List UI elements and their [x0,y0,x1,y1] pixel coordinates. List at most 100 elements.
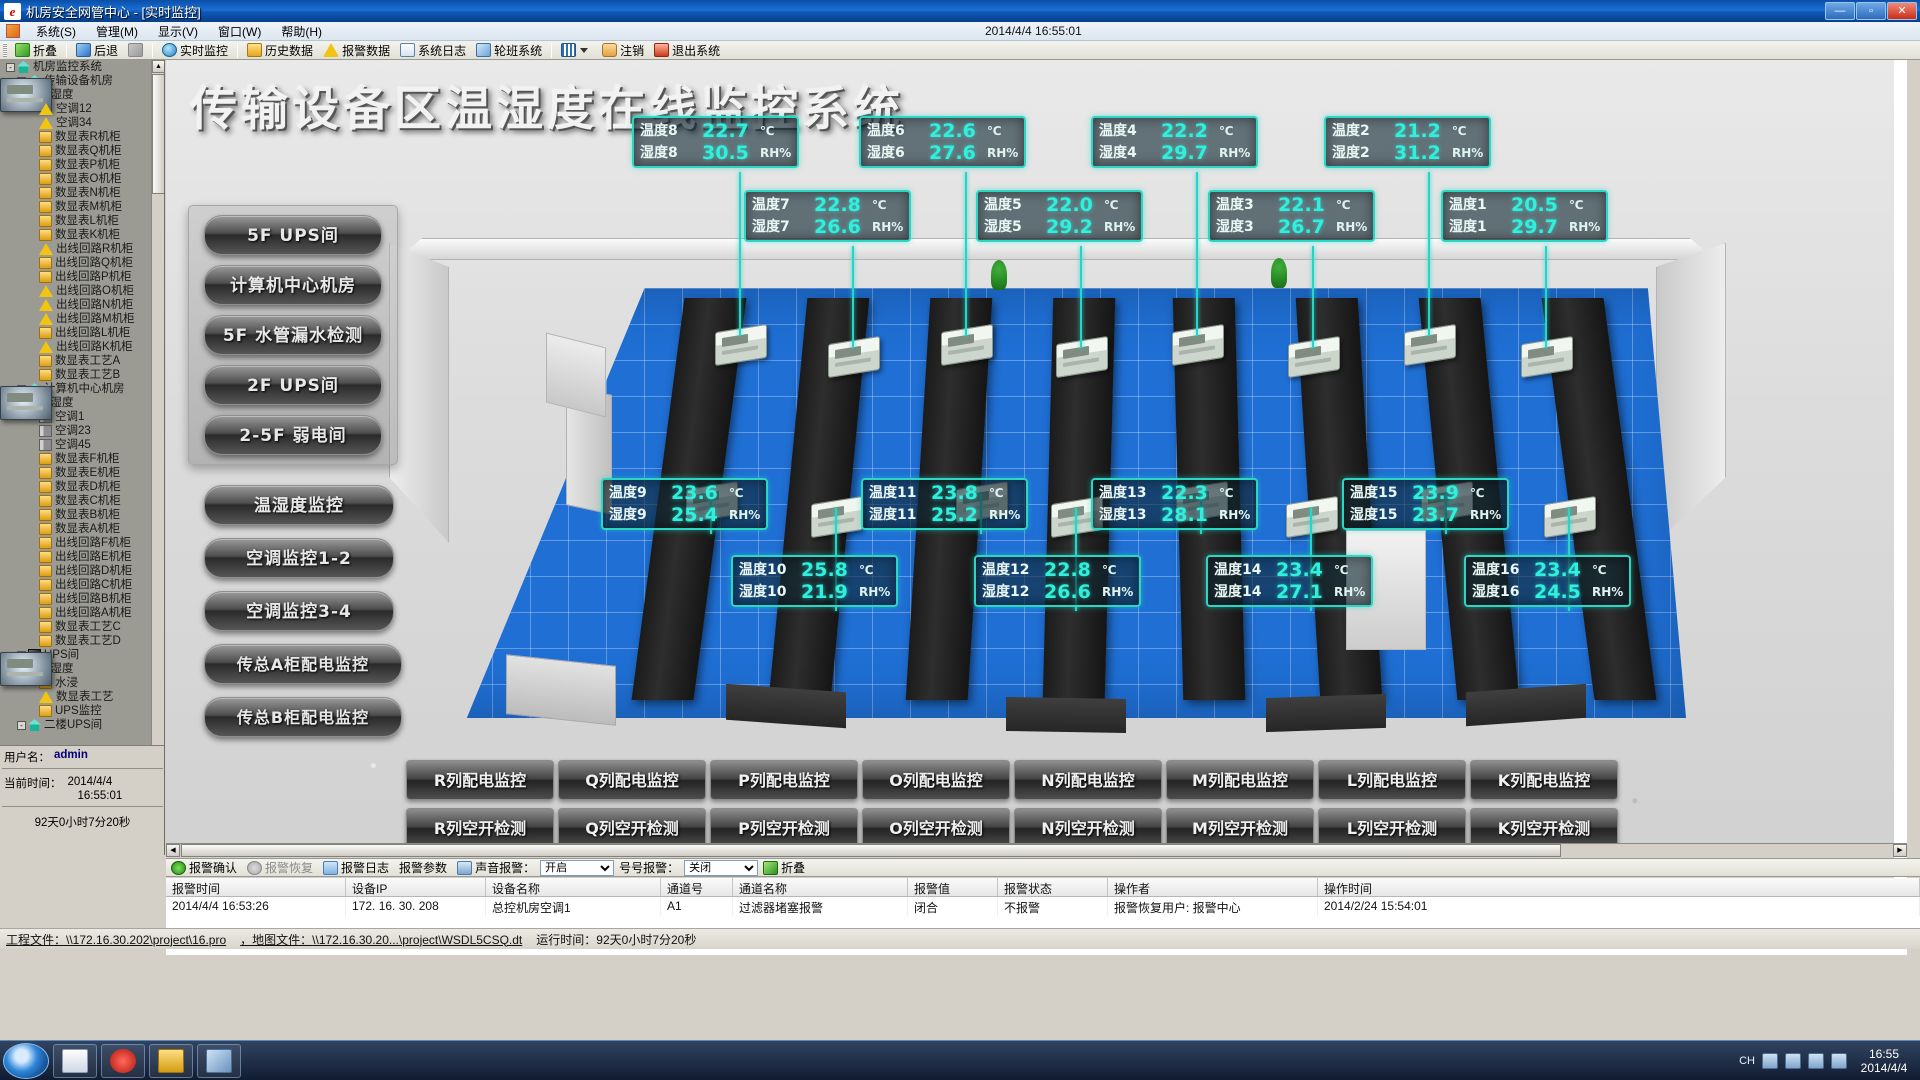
alarm-confirm-button[interactable]: 报警确认 [166,859,242,877]
close-button[interactable]: ✕ [1887,2,1917,20]
tree-item[interactable]: 数显表C机柜 [0,494,152,508]
alarm-column-header[interactable]: 设备IP [346,878,486,896]
tree-item[interactable]: 数显表M机柜 [0,200,152,214]
tree-item[interactable]: 数显表P机柜 [0,158,152,172]
alarm-column-header[interactable]: 操作时间 [1318,878,1920,896]
nav-button-ac-monitor-1-2[interactable]: 空调监控1-2 [204,538,394,578]
alarm-params-button[interactable]: 报警参数 [394,859,452,877]
breaker-detect-button[interactable]: Q列空开检测 [558,808,706,848]
windows-start-orb[interactable] [3,1042,49,1079]
alarm-column-header[interactable]: 通道号 [661,878,733,896]
taskbar-app-notepad[interactable] [53,1043,97,1078]
horn-alarm-select[interactable]: 开启关闭 [684,859,759,876]
tree-item[interactable]: 数显表R机柜 [0,130,152,144]
tree-item[interactable]: UPS监控 [0,704,152,718]
hscroll-left-arrow[interactable]: ◀ [166,844,180,857]
breaker-detect-button[interactable]: L列空开检测 [1318,808,1466,848]
toolbar-realtime-button[interactable]: 实时监控 [157,41,233,59]
power-monitor-button[interactable]: O列配电监控 [862,760,1010,800]
minimize-button[interactable]: — [1825,2,1855,20]
nav-button-temp-hum-monitor[interactable]: 温湿度监控 [204,485,394,525]
sensor-readout[interactable]: 温度9 23.6 ℃ 湿度9 25.4 RH% [601,478,769,530]
tree-item[interactable]: 空调45 [0,438,152,452]
breaker-detect-button[interactable]: M列空开检测 [1166,808,1314,848]
tree-item[interactable]: 出线回路M机柜 [0,312,152,326]
power-monitor-button[interactable]: L列配电监控 [1318,760,1466,800]
alarm-column-header[interactable]: 操作者 [1108,878,1318,896]
maximize-button[interactable]: ▫ [1856,2,1886,20]
nav-button-cabinet-b-power[interactable]: 传总B柜配电监控 [204,697,402,737]
tree-item[interactable]: 出线回路F机柜 [0,536,152,550]
menu-item-manage[interactable]: 管理(M) [86,21,148,42]
toolbar-logout-button[interactable]: 注销 [597,41,649,59]
power-monitor-button[interactable]: M列配电监控 [1166,760,1314,800]
tree-item[interactable]: 数显表K机柜 [0,228,152,242]
alarm-collapse-button[interactable]: 折叠 [758,859,810,877]
taskbar-clock[interactable]: 16:55 2014/4/4 [1854,1047,1914,1075]
taskbar-app-opera[interactable] [101,1043,145,1078]
tree-item[interactable]: 出线回路D机柜 [0,564,152,578]
sensor-readout[interactable]: 温度15 23.9 ℃ 湿度15 23.7 RH% [1342,478,1510,530]
chevron-down-icon[interactable] [580,47,589,53]
sensor-readout[interactable]: 温度5 22.0 ℃ 湿度5 29.2 RH% [976,190,1144,242]
tree-item[interactable]: 数显表L机柜 [0,214,152,228]
monitor-icon[interactable] [1831,1052,1847,1069]
nav-button-5f-ups[interactable]: 5F UPS间 [204,215,382,255]
breaker-detect-button[interactable]: N列空开检测 [1014,808,1162,848]
ime-indicator[interactable]: CH [1739,1055,1755,1067]
scroll-thumb[interactable] [152,74,164,194]
tree-item[interactable]: 数显表Q机柜 [0,144,152,158]
tree-item[interactable]: 数显表O机柜 [0,172,152,186]
alarm-log-button[interactable]: 报警日志 [318,859,394,877]
tree-item[interactable]: 出线回路Q机柜 [0,256,152,270]
taskbar-app-explorer[interactable] [149,1043,193,1078]
tree-item[interactable]: 温湿度 [0,652,152,686]
sensor-readout[interactable]: 温度14 23.4 ℃ 湿度14 27.1 RH% [1206,555,1374,607]
menu-item-window[interactable]: 窗口(W) [208,21,271,42]
tree-item[interactable]: - 机房监控系统 [0,60,152,74]
tree-item[interactable]: 出线回路N机柜 [0,298,152,312]
toolbar-syslog-button[interactable]: 系统日志 [395,41,471,59]
toolbar-collapse-button[interactable]: 折叠 [10,41,62,59]
network-icon[interactable] [1762,1052,1778,1069]
sensor-readout[interactable]: 温度10 25.8 ℃ 湿度10 21.9 RH% [731,555,899,607]
tree-item[interactable]: 数显表E机柜 [0,466,152,480]
power-monitor-button[interactable]: Q列配电监控 [558,760,706,800]
toolbar-back-button[interactable]: 后退 [71,41,123,59]
power-monitor-button[interactable]: R列配电监控 [406,760,554,800]
alarm-table[interactable]: 报警时间 设备IP 设备名称 通道号 通道名称 报警值 报警状态 操作者 操作时间 2014/4… [166,878,1920,928]
tree-expander[interactable]: - [6,62,15,72]
tree-item[interactable]: - 二楼UPS间 [0,718,152,732]
breaker-detect-button[interactable]: K列空开检测 [1470,808,1618,848]
sensor-readout[interactable]: 温度13 22.3 ℃ 湿度13 28.1 RH% [1091,478,1259,530]
alarm-table-row[interactable]: 2014/4/4 16:53:26 172. 16. 30. 208 总控机房空调1… [166,897,1920,916]
breaker-detect-button[interactable]: R列空开检测 [406,808,554,848]
tree-item[interactable]: 数显表工艺C [0,620,152,634]
nav-button-cabinet-a-power[interactable]: 传总A柜配电监控 [204,644,402,684]
tree-item[interactable]: 数显表N机柜 [0,186,152,200]
breaker-detect-button[interactable]: P列空开检测 [710,808,858,848]
sound-alarm-select[interactable]: 开启关闭 [540,859,615,876]
scroll-up-arrow[interactable]: ▲ [152,60,164,73]
power-monitor-button[interactable]: P列配电监控 [710,760,858,800]
sensor-readout[interactable]: 温度4 22.2 ℃ 湿度4 29.7 RH% [1091,116,1259,168]
alarm-column-header[interactable]: 报警值 [908,878,998,896]
tree-item[interactable]: 数显表F机柜 [0,452,152,466]
sensor-readout[interactable]: 温度2 21.2 ℃ 湿度2 31.2 RH% [1324,116,1492,168]
menu-item-system[interactable]: 系统(S) [26,21,86,42]
tree-item[interactable]: 数显表工艺 [0,690,152,704]
tree-item[interactable]: 温湿度 [0,78,152,112]
tree-item[interactable]: 出线回路B机柜 [0,592,152,606]
tree-item[interactable]: 出线回路C机柜 [0,578,152,592]
nav-button-2f-ups[interactable]: 2F UPS间 [204,365,382,405]
power-monitor-button[interactable]: N列配电监控 [1014,760,1162,800]
toolbar-forward-button[interactable] [123,41,148,59]
menu-item-display[interactable]: 显示(V) [148,21,208,42]
hscroll-right-arrow[interactable]: ▶ [1893,844,1907,857]
tree-expander[interactable]: - [17,720,26,730]
hscroll-thumb[interactable] [181,844,1561,857]
taskbar-app-tools[interactable] [197,1043,241,1078]
toolbar-alarmdata-button[interactable]: 报警数据 [318,41,395,59]
toolbar-exit-button[interactable]: 退出系统 [649,41,725,59]
tree-item[interactable]: 空调34 [0,116,152,130]
